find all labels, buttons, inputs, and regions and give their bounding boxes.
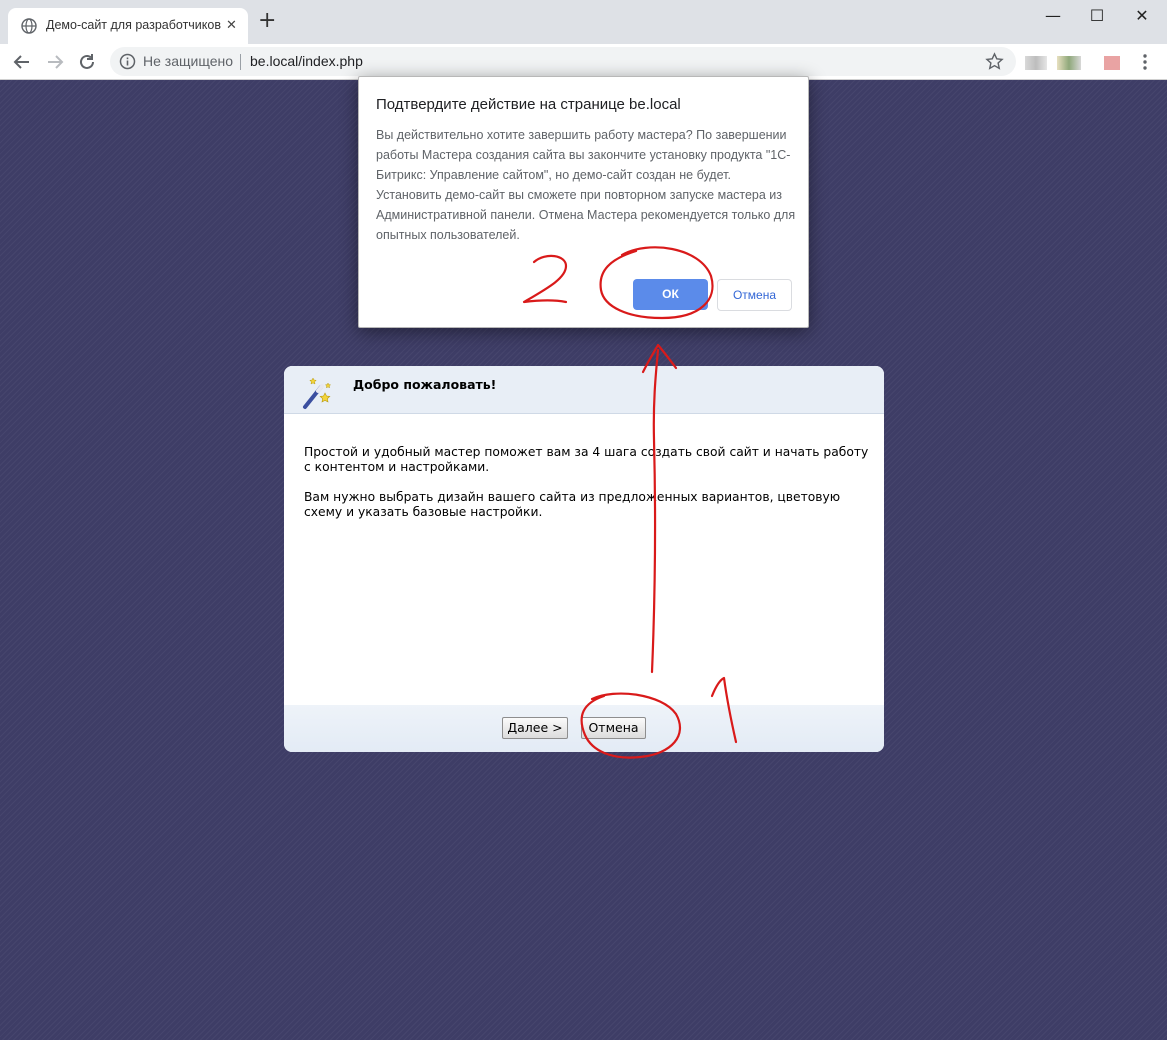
tab-title: Демо-сайт для разработчиков <box>46 18 221 32</box>
dialog-cancel-button[interactable]: Отмена <box>717 279 792 311</box>
wizard-footer: Далее > Отмена <box>284 705 884 752</box>
url-text[interactable]: be.local/index.php <box>250 53 363 69</box>
wizard-content: Простой и удобный мастер поможет вам за … <box>304 445 869 535</box>
wizard-paragraph: Простой и удобный мастер поможет вам за … <box>304 445 869 474</box>
ok-button[interactable]: ОК <box>633 279 708 310</box>
wizard-title: Добро пожаловать! <box>353 377 497 392</box>
wizard-cancel-button[interactable]: Отмена <box>581 717 646 739</box>
wizard-header: Добро пожаловать! <box>284 366 884 414</box>
security-label[interactable]: Не защищено <box>143 53 233 69</box>
address-separator <box>240 54 241 70</box>
address-bar[interactable]: Не защищено be.local/index.php <box>110 47 1016 76</box>
tab-close-icon[interactable]: ✕ <box>226 17 237 35</box>
maximize-button[interactable]: ☐ <box>1085 6 1109 26</box>
extension-icon[interactable] <box>1057 56 1081 70</box>
browser-toolbar: Не защищено be.local/index.php <box>0 44 1167 80</box>
dialog-message: Вы действительно хотите завершить работу… <box>376 128 796 242</box>
tab-strip: Демо-сайт для разработчиков ✕ + — ☐ ✕ <box>0 0 1167 44</box>
kebab-menu-icon[interactable] <box>1138 52 1152 72</box>
dialog-title: Подтвердите действие на странице be.loca… <box>376 96 681 113</box>
new-tab-button[interactable]: + <box>258 10 276 32</box>
next-button[interactable]: Далее > <box>502 717 568 739</box>
bookmark-star-icon[interactable] <box>985 52 1004 71</box>
back-arrow-icon[interactable] <box>12 52 32 72</box>
wizard-paragraph: Вам нужно выбрать дизайн вашего сайта из… <box>304 490 841 519</box>
info-icon[interactable] <box>119 53 136 70</box>
close-window-button[interactable]: ✕ <box>1130 6 1154 26</box>
install-wizard: Добро пожаловать! Простой и удобный маст… <box>284 366 884 752</box>
globe-icon <box>21 18 37 34</box>
reload-icon[interactable] <box>77 52 97 72</box>
extension-icon[interactable] <box>1104 56 1120 70</box>
forward-arrow-icon[interactable] <box>45 52 65 72</box>
magic-wand-icon <box>303 377 332 409</box>
confirm-dialog: Подтвердите действие на странице be.loca… <box>358 76 809 328</box>
browser-tab[interactable]: Демо-сайт для разработчиков ✕ <box>8 8 248 44</box>
extension-icon[interactable] <box>1025 56 1047 70</box>
minimize-button[interactable]: — <box>1041 6 1065 26</box>
